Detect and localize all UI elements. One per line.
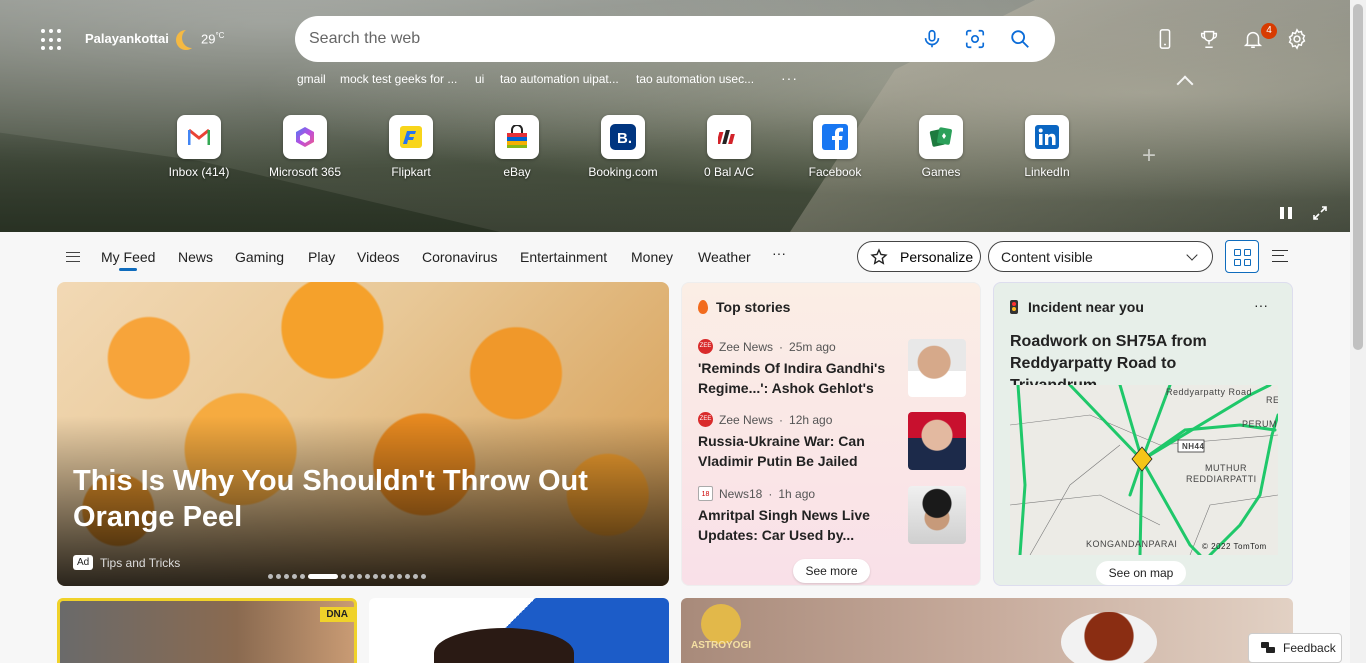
zee-news-logo-icon: ZEE xyxy=(698,412,713,427)
grid-view-button[interactable] xyxy=(1225,240,1259,273)
tab-gaming[interactable]: Gaming xyxy=(235,249,284,265)
tab-play[interactable]: Play xyxy=(308,249,335,265)
bank-icon xyxy=(718,130,735,144)
article-card-astroyogi[interactable]: ASTROYOGI xyxy=(681,598,1293,663)
top-stories-card: Top stories ZEE Zee News · 25m ago 'Reminds… xyxy=(681,282,981,586)
list-item[interactable]: 18 News18 · 1h ago Amritpal Singh News Live… xyxy=(698,486,968,545)
tab-money[interactable]: Money xyxy=(631,249,673,265)
feedback-button[interactable]: Feedback xyxy=(1248,633,1342,663)
quick-link[interactable]: gmail xyxy=(297,72,326,86)
pause-background-icon[interactable] xyxy=(1280,207,1292,219)
quick-link[interactable]: ui xyxy=(475,72,484,86)
tile-linkedin[interactable]: LinkedIn xyxy=(999,115,1095,179)
people-image xyxy=(434,628,574,663)
chevron-down-icon xyxy=(1186,249,1198,261)
page-scrollbar[interactable] xyxy=(1350,0,1366,663)
featured-article-title[interactable]: This Is Why You Shouldn't Throw Out Oran… xyxy=(73,463,663,535)
sparkle-star-icon xyxy=(870,248,888,265)
fire-icon xyxy=(698,300,708,314)
article-card-group-photo[interactable] xyxy=(369,598,669,663)
tab-my-feed[interactable]: My Feed xyxy=(101,249,155,271)
booking-icon: B. xyxy=(610,124,636,150)
tile-booking[interactable]: B. Booking.com xyxy=(575,115,671,179)
feedback-chat-icon xyxy=(1261,642,1275,653)
tile-microsoft-365[interactable]: Microsoft 365 xyxy=(257,115,353,179)
personalize-button[interactable]: Personalize xyxy=(857,241,981,272)
list-item[interactable]: ZEE Zee News · 25m ago 'Reminds Of Indira G… xyxy=(698,339,968,398)
menu-hamburger-icon[interactable] xyxy=(66,252,80,262)
ad-badge: Ad xyxy=(73,555,94,570)
facebook-icon xyxy=(822,124,848,150)
more-quick-links-button[interactable]: ··· xyxy=(781,70,798,86)
list-item[interactable]: ZEE Zee News · 12h ago Russia-Ukraine War: … xyxy=(698,412,968,471)
see-more-button[interactable]: See more xyxy=(793,559,870,583)
article-source: Tips and Tricks xyxy=(100,556,181,570)
tile-gmail[interactable]: Inbox (414) xyxy=(151,115,247,179)
tile-flipkart[interactable]: Flipkart xyxy=(363,115,459,179)
expand-background-icon[interactable] xyxy=(1312,205,1328,221)
tab-weather[interactable]: Weather xyxy=(698,249,751,265)
story-thumbnail xyxy=(908,339,966,397)
top-stories-heading: Top stories xyxy=(698,299,790,315)
moon-icon xyxy=(182,28,202,48)
tile-facebook[interactable]: Facebook xyxy=(787,115,883,179)
quick-link[interactable]: tao automation uipat... xyxy=(500,72,619,86)
content-visibility-dropdown[interactable]: Content visible xyxy=(988,241,1213,272)
linkedin-icon xyxy=(1035,125,1059,149)
rewards-trophy-icon[interactable] xyxy=(1198,28,1220,50)
mobile-icon[interactable] xyxy=(1154,28,1176,50)
news18-logo-icon: 18 xyxy=(698,486,713,501)
notification-badge: 4 xyxy=(1261,23,1277,39)
article-card-dna[interactable]: DNA xyxy=(57,598,357,663)
visual-search-icon[interactable] xyxy=(964,28,986,50)
quick-link[interactable]: tao automation usec... xyxy=(636,72,754,86)
search-box xyxy=(295,16,1055,62)
games-icon xyxy=(929,127,952,147)
tab-coronavirus[interactable]: Coronavirus xyxy=(422,249,497,265)
search-icon[interactable] xyxy=(1009,28,1031,50)
incident-heading: Incident near you xyxy=(1010,299,1144,315)
featured-article-card[interactable]: This Is Why You Shouldn't Throw Out Oran… xyxy=(57,282,669,586)
search-input[interactable] xyxy=(309,16,899,62)
flipkart-icon xyxy=(400,126,422,148)
list-view-button[interactable] xyxy=(1272,250,1288,262)
zee-news-logo-icon: ZEE xyxy=(698,339,713,354)
astroyogi-logo-icon xyxy=(701,604,741,644)
nav-more-button[interactable]: ··· xyxy=(772,245,786,261)
ebay-icon xyxy=(507,125,527,148)
feed-nav-bar: My Feed News Gaming Play Videos Coronavi… xyxy=(0,232,1350,280)
weather-temperature[interactable]: 29°C xyxy=(201,31,224,46)
dna-tag: DNA xyxy=(320,607,354,622)
story-thumbnail xyxy=(908,486,966,544)
svg-text:B.: B. xyxy=(617,130,632,147)
incident-card: Incident near you ··· Roadwork on SH75A … xyxy=(993,282,1293,586)
tab-entertainment[interactable]: Entertainment xyxy=(520,249,607,265)
quick-link[interactable]: mock test geeks for ... xyxy=(340,72,457,86)
microphone-icon[interactable] xyxy=(921,28,943,50)
apps-launcher-icon[interactable] xyxy=(41,29,63,51)
settings-gear-icon[interactable] xyxy=(1286,28,1308,50)
tile-bank[interactable]: 0 Bal A/C xyxy=(681,115,777,179)
add-site-plus-icon[interactable]: + xyxy=(1142,142,1156,170)
carousel-dots[interactable] xyxy=(268,574,426,579)
incident-map[interactable]: Reddyarpatty Road PERUM REI NH44 MUTHUR … xyxy=(1010,385,1278,555)
traffic-light-icon xyxy=(1010,300,1018,314)
tea-cup-image xyxy=(1061,612,1157,663)
tile-games[interactable]: Games xyxy=(893,115,989,179)
story-thumbnail xyxy=(908,412,966,470)
tile-ebay[interactable]: eBay xyxy=(469,115,565,179)
tab-news[interactable]: News xyxy=(178,249,213,265)
gmail-icon xyxy=(188,128,210,145)
microsoft365-icon xyxy=(296,127,314,147)
weather-location[interactable]: Palayankottai xyxy=(85,31,169,46)
tab-videos[interactable]: Videos xyxy=(357,249,400,265)
see-on-map-button[interactable]: See on map xyxy=(1096,561,1186,585)
incident-menu-button[interactable]: ··· xyxy=(1254,297,1268,313)
